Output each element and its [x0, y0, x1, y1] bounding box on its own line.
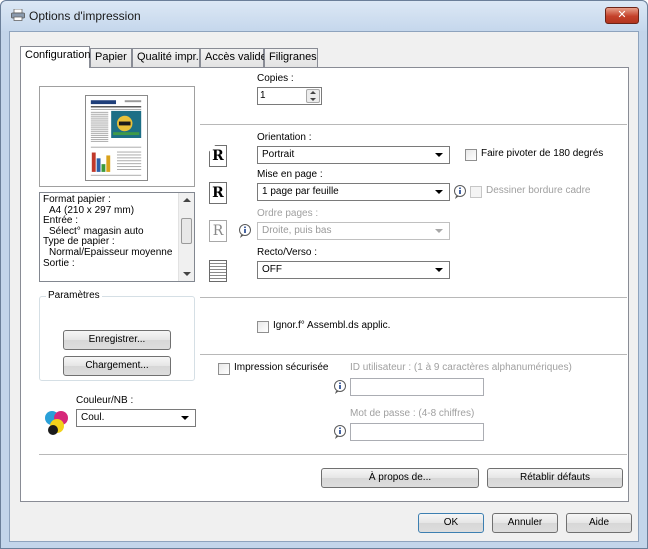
layout-select[interactable]: 1 page par feuille: [257, 183, 450, 201]
secure-print-label: Impression sécurisée: [234, 362, 332, 373]
ignore-collate-checkbox[interactable]: [257, 321, 269, 333]
tab-print-quality[interactable]: Qualité impr.: [132, 48, 200, 67]
cancel-button[interactable]: Annuler: [492, 513, 558, 533]
info-line: Format papier :: [43, 194, 111, 205]
divider: [39, 454, 627, 455]
document-preview-image: [85, 95, 148, 181]
user-id-input[interactable]: [350, 378, 484, 396]
tab-valid-access[interactable]: Accès valide: [200, 48, 267, 67]
title-bar[interactable]: Options d'impression ✕: [1, 1, 647, 31]
tab-paper[interactable]: Papier: [90, 48, 132, 67]
color-cmyk-icon: [45, 411, 68, 435]
ok-button[interactable]: OK: [418, 513, 484, 533]
save-settings-button[interactable]: Enregistrer...: [63, 330, 171, 350]
orientation-icon: R: [209, 145, 227, 167]
chevron-down-icon: [435, 153, 443, 157]
draw-border-label: Dessiner bordure cadre: [486, 185, 591, 196]
copies-spin-buttons[interactable]: [306, 89, 320, 103]
secure-print-checkbox[interactable]: [218, 363, 230, 375]
password-input[interactable]: [350, 423, 484, 441]
info-line: Normal/Epaisseur moyenne: [49, 246, 173, 258]
info-icon: [334, 380, 346, 394]
window-title: Options d'impression: [29, 9, 141, 23]
page-order-label: Ordre pages :: [257, 208, 319, 219]
scroll-up-icon[interactable]: [183, 198, 191, 202]
info-icon: [334, 425, 346, 439]
divider: [200, 354, 627, 355]
chevron-down-icon: [181, 416, 189, 420]
about-button[interactable]: À propos de...: [321, 468, 479, 488]
user-id-label: ID utilisateur : (1 à 9 caractères alpha…: [350, 362, 572, 373]
duplex-icon: [209, 260, 227, 282]
arrow-up-icon[interactable]: [310, 91, 316, 94]
tab-configuration[interactable]: Configuration: [20, 46, 90, 68]
rotate-180-checkbox[interactable]: [465, 149, 477, 161]
divider: [200, 297, 627, 298]
password-label: Mot de passe : (4-8 chiffres): [350, 408, 475, 419]
color-mode-label: Couleur/NB :: [76, 395, 134, 406]
printer-icon: [11, 9, 25, 21]
info-line: Sortie :: [43, 257, 75, 269]
info-list-scrollbar[interactable]: [178, 193, 194, 281]
duplex-label: Recto/Verso :: [257, 247, 318, 258]
duplex-select[interactable]: OFF: [257, 261, 450, 279]
settings-group-title: Paramètres: [46, 290, 102, 301]
scroll-down-icon[interactable]: [183, 272, 191, 276]
page-preview: [39, 86, 195, 187]
help-button[interactable]: Aide: [566, 513, 632, 533]
arrow-down-icon[interactable]: [310, 98, 316, 101]
copies-stepper[interactable]: 1: [257, 87, 322, 105]
ignore-collate-label: Ignor.f° Assembl.ds applic.: [273, 320, 391, 331]
layout-label: Mise en page :: [257, 169, 323, 180]
orientation-label: Orientation :: [257, 132, 312, 143]
chevron-down-icon: [435, 190, 443, 194]
layout-value: 1 page par feuille: [262, 186, 339, 197]
paper-info-list[interactable]: Format papier : A4 (210 x 297 mm) Entrée…: [39, 192, 195, 282]
settings-group: Paramètres Enregistrer... Chargement...: [39, 290, 195, 381]
dialog-body: Configuration Papier Qualité impr. Accès…: [9, 31, 639, 542]
info-icon: [454, 185, 466, 199]
rotate-180-label: Faire pivoter de 180 degrés: [481, 148, 604, 159]
draw-border-checkbox[interactable]: [470, 186, 482, 198]
page-order-value: Droite, puis bas: [262, 225, 332, 236]
duplex-value: OFF: [262, 264, 282, 275]
configuration-panel: Format papier : A4 (210 x 297 mm) Entrée…: [20, 67, 629, 502]
load-settings-button[interactable]: Chargement...: [63, 356, 171, 376]
layout-icon: R: [209, 182, 227, 204]
close-button[interactable]: ✕: [605, 7, 639, 24]
orientation-select[interactable]: Portrait: [257, 146, 450, 164]
divider: [200, 124, 627, 125]
page-order-select[interactable]: Droite, puis bas: [257, 222, 450, 240]
scroll-thumb[interactable]: [181, 218, 192, 244]
chevron-down-icon: [435, 268, 443, 272]
copies-value: 1: [260, 90, 266, 101]
print-options-window: Options d'impression ✕ Configuration Pap…: [0, 0, 648, 549]
copies-label: Copies :: [257, 73, 294, 84]
color-mode-select[interactable]: Coul.: [76, 409, 196, 427]
info-icon: [239, 224, 251, 238]
tab-watermarks[interactable]: Filigranes: [264, 48, 318, 67]
page-order-icon: R: [209, 220, 227, 242]
restore-defaults-button[interactable]: Rétablir défauts: [487, 468, 623, 488]
orientation-value: Portrait: [262, 149, 295, 160]
color-mode-value: Coul.: [81, 412, 105, 423]
chevron-down-icon: [435, 229, 443, 233]
